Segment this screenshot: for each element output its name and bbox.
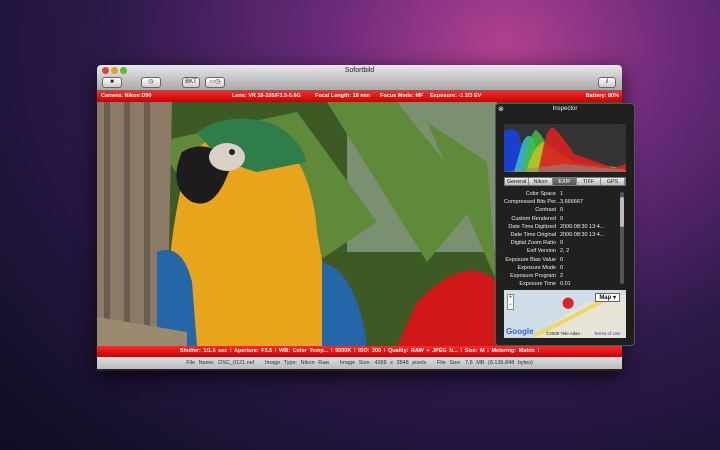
exif-row[interactable]: Digital Zoom Ratio 0 — [504, 239, 618, 247]
tab-general[interactable]: General — [505, 178, 529, 185]
exif-key: Custom Rendered — [511, 215, 556, 222]
focus-mode: Focus Mode: MF — [380, 93, 424, 99]
exif-value: 0 — [560, 256, 564, 263]
window-title: Sofortbild — [344, 67, 375, 74]
exif-row[interactable]: Color Space 1 — [504, 190, 618, 198]
exif-key: Date Time Original — [510, 231, 556, 238]
battery: Battery: 80% — [585, 93, 619, 99]
iso[interactable]: ISO: 200 — [358, 348, 381, 354]
exif-value: 2006:08:30 13:4... — [560, 223, 605, 230]
tab-gps[interactable]: GPS — [601, 178, 625, 185]
exif-value: 2 — [560, 272, 564, 279]
exif-value: 0 — [560, 240, 564, 247]
camera-icon: ■ — [110, 79, 114, 85]
exif-value: 3,666667 — [560, 199, 583, 206]
inspector-panel: ⊗ Inspector General Nikon EXIF TIFF GPS … — [495, 103, 635, 346]
terms-link[interactable]: Terms of Use — [594, 331, 621, 336]
exif-row[interactable]: Exif Version 2, 2 — [504, 247, 618, 255]
scrollbar[interactable] — [620, 192, 624, 284]
timer-icon: ◷ — [148, 79, 154, 85]
image-type: Image Type: Nikon Raw — [264, 360, 330, 366]
google-logo: Google — [506, 327, 534, 336]
white-balance[interactable]: WB: Color Temp... — [279, 348, 328, 354]
exif-key: Exif Version — [526, 248, 556, 255]
zoom-control[interactable]: + − — [507, 294, 514, 310]
exif-row[interactable]: Exposure Time 0.01 — [504, 280, 618, 287]
exif-row[interactable]: Contrast 0 — [504, 206, 618, 214]
settings-bar: Shutter: 1/1.6 sec ⁝ Aperture: F3.5 ⁝ WB… — [97, 346, 622, 357]
exif-value: 0 — [560, 264, 564, 271]
exif-row[interactable]: Compressed Bits Per... 3,666667 — [504, 198, 618, 206]
exif-value: 0 — [560, 207, 564, 214]
exif-row[interactable]: Exposure Mode 0 — [504, 264, 618, 272]
map-copyright: ©2009 Tele Atlas - — [546, 331, 583, 336]
info-button[interactable]: i — [598, 77, 616, 88]
file-name: File Name: DSC_0121.nef — [186, 360, 255, 366]
map-type-select[interactable]: Map ▾ — [595, 293, 620, 302]
camera-info-bar: Camera: Nikon D90 Lens: VR 18-105/F3.5-5… — [97, 91, 622, 102]
metering[interactable]: Metering: Matrix — [491, 348, 534, 354]
timer-button[interactable]: ◷ — [141, 77, 161, 88]
title-bar: Sofortbild ■ ◷ BKT ▭◷ i — [97, 65, 622, 91]
color-temp[interactable]: 5000K — [335, 348, 351, 354]
exif-value: 1 — [560, 191, 564, 197]
interval-icon: ▭◷ — [209, 79, 221, 85]
tab-exif[interactable]: EXIF — [553, 178, 577, 185]
exif-row[interactable]: Exposure Program 2 — [504, 272, 618, 280]
size[interactable]: Size: M — [465, 348, 485, 354]
exif-key: Contrast — [535, 207, 556, 214]
exif-value: 0 — [560, 215, 564, 222]
exif-key: Exposure Mode — [517, 264, 556, 271]
tab-nikon[interactable]: Nikon — [529, 178, 553, 185]
exif-value: 2, 2 — [560, 248, 570, 255]
tab-tiff[interactable]: TIFF — [577, 178, 601, 185]
exif-row[interactable]: Date Time Original 2006:08:30 13:4... — [504, 231, 618, 239]
camera-model: Camera: Nikon D90 — [101, 93, 152, 99]
status-bar: File Name: DSC_0121.nef Image Type: Niko… — [97, 357, 622, 369]
exif-key: Exposure Bias Value — [505, 256, 556, 263]
quality[interactable]: Quality: RAW + JPEG N... — [388, 348, 458, 354]
inspector-title: Inspector — [552, 106, 578, 112]
exif-value: 0.01 — [560, 281, 571, 287]
exif-key: Digital Zoom Ratio — [510, 240, 556, 247]
exposure: Exposure: -1 2/3 EV — [430, 93, 482, 99]
exif-key: Exposure Time — [519, 281, 556, 287]
lens: Lens: VR 18-105/F3.5-5.6G — [232, 93, 301, 99]
exif-value: 2006:08:30 13:4... — [560, 231, 605, 238]
exif-key: Compressed Bits Per... — [504, 199, 561, 206]
exif-key: Color Space — [525, 191, 556, 197]
file-size: File Size: 7,8 MB (8.136.848 bytes) — [436, 360, 533, 366]
inspector-tabs: General Nikon EXIF TIFF GPS — [504, 177, 626, 186]
shutter[interactable]: Shutter: 1/1.6 sec — [180, 348, 228, 354]
image-size: Image Size: 4288 x 2848 pixels — [339, 360, 427, 366]
scroll-thumb[interactable] — [620, 197, 624, 227]
exif-row[interactable]: Exposure Bias Value 0 — [504, 256, 618, 264]
histogram — [504, 124, 626, 172]
close-icon[interactable]: ⊗ — [498, 105, 504, 113]
exif-row[interactable]: Date Time Digitized 2006:08:30 13:4... — [504, 223, 618, 231]
interval-button[interactable]: ▭◷ — [205, 77, 225, 88]
bracket-button[interactable]: BKT — [182, 77, 200, 88]
map-view[interactable]: ⬤ + − Map ▾ Google ©2009 Tele Atlas - Ter… — [504, 290, 626, 338]
location-pin-icon: ⬤ — [562, 297, 575, 309]
exif-key: Exposure Program — [510, 272, 556, 279]
exif-row[interactable]: Custom Rendered 0 — [504, 215, 618, 223]
aperture[interactable]: Aperture: F3.5 — [234, 348, 272, 354]
exif-list: Color Space 1 Compressed Bits Per... 3,6666… — [504, 190, 618, 287]
focal-length: Focal Length: 18 mm — [315, 93, 371, 99]
capture-button[interactable]: ■ — [102, 77, 122, 88]
exif-key: Date Time Digitized — [508, 223, 556, 230]
